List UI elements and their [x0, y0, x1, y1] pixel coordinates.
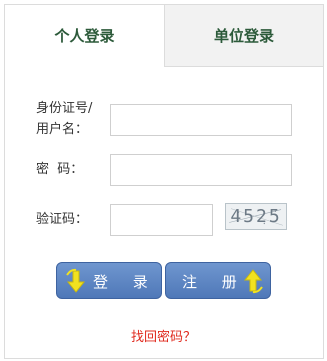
forgot-password-link[interactable]: 找回密码？ [0, 326, 327, 345]
captcha-text: 4525 [230, 206, 282, 227]
tab-personal-login[interactable]: 个人登录 [5, 5, 164, 67]
id-username-label: 身份证号/ 用户名： [36, 101, 93, 137]
login-button-label: 登 录 [93, 273, 158, 291]
register-button[interactable]: 注 册 [165, 262, 271, 299]
id-username-input[interactable] [110, 104, 292, 136]
register-arrow-icon [243, 269, 263, 294]
tab-personal-login-label: 个人登录 [54, 27, 115, 45]
login-button[interactable]: 登 录 [56, 262, 162, 299]
captcha-image[interactable]: 4525 [225, 203, 287, 230]
password-input[interactable] [110, 154, 292, 186]
login-arrow-icon [66, 268, 86, 293]
captcha-input[interactable] [110, 204, 213, 236]
tab-organization-login-label: 单位登录 [213, 27, 274, 45]
register-button-label: 注 册 [182, 273, 247, 291]
login-tabs: 个人登录 单位登录 [5, 5, 323, 67]
tab-organization-login[interactable]: 单位登录 [164, 5, 323, 67]
captcha-label: 验证码： [36, 212, 89, 227]
password-label: 密 码： [36, 162, 84, 177]
